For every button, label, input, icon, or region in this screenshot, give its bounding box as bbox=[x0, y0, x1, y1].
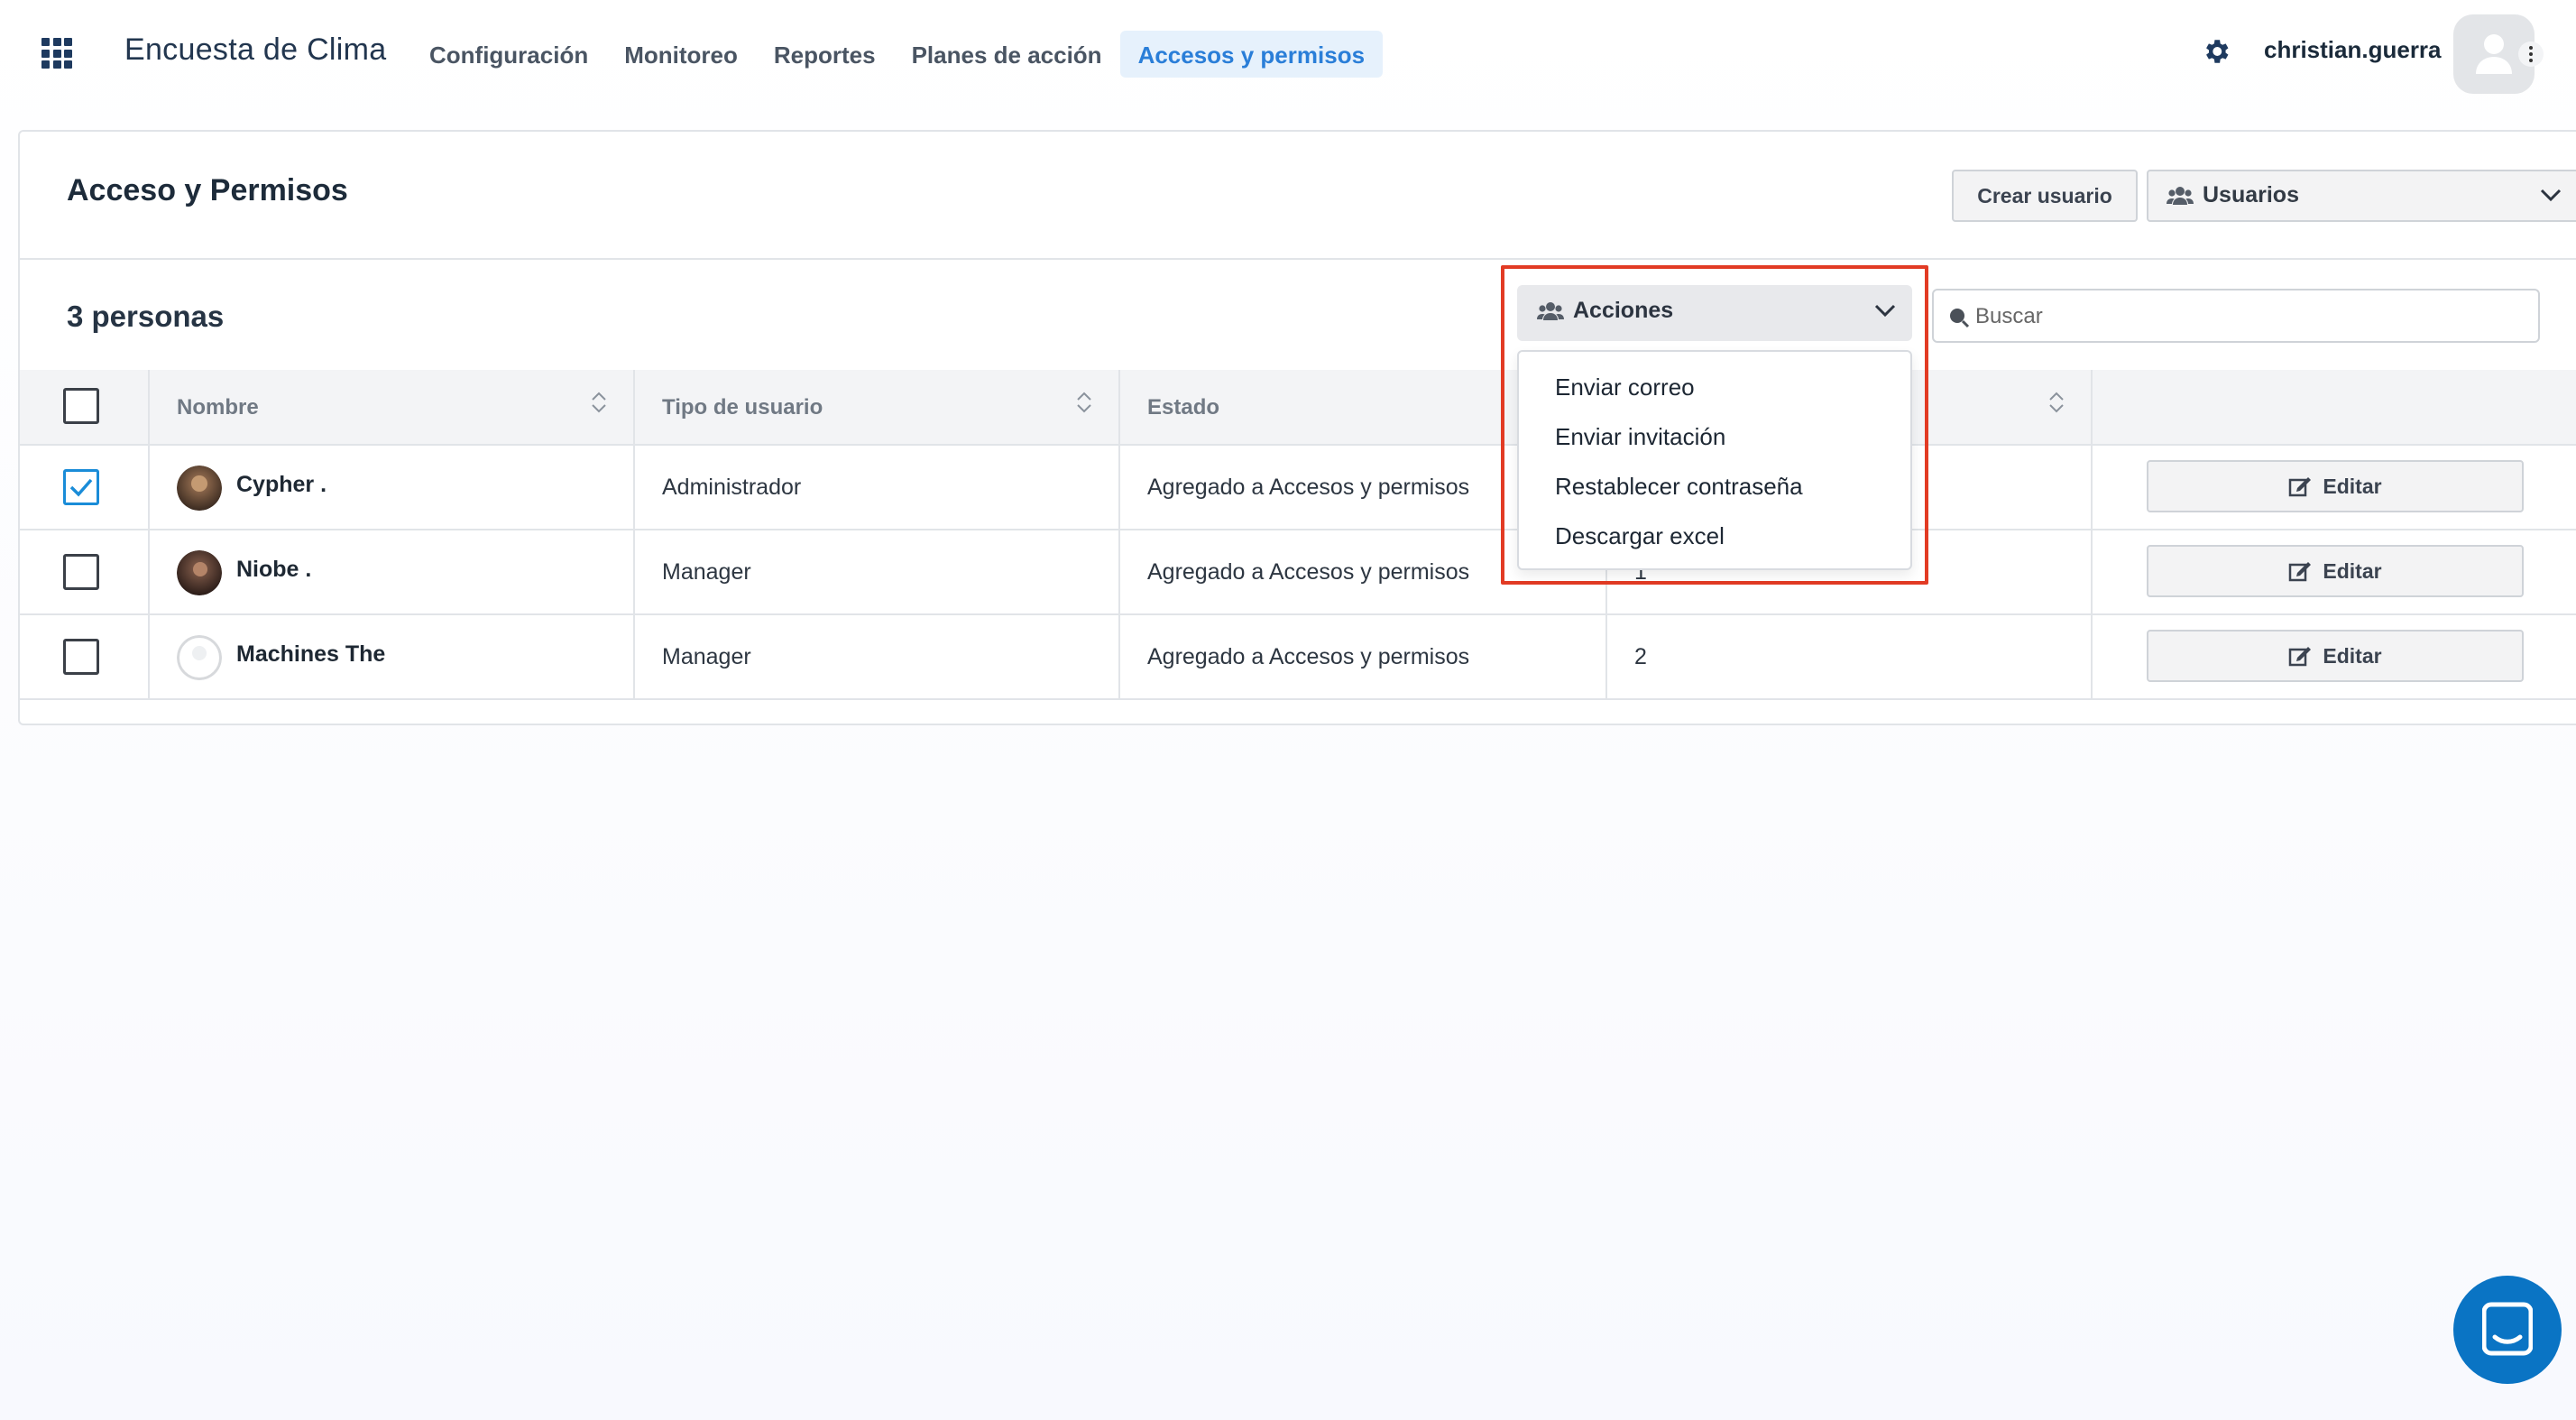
people-count: 3 personas bbox=[67, 300, 225, 333]
chat-button[interactable] bbox=[2453, 1276, 2562, 1384]
sort-icon[interactable] bbox=[2047, 390, 2065, 415]
row-checkbox[interactable] bbox=[63, 639, 99, 675]
search-icon bbox=[1950, 309, 1970, 328]
edit-icon bbox=[2289, 477, 2312, 497]
table-header: Nombre Tipo de usuario Estado bbox=[20, 370, 2576, 446]
chevron-down-icon bbox=[2540, 189, 2562, 202]
menu-item-enviar-correo[interactable]: Enviar correo bbox=[1555, 373, 1695, 401]
username[interactable]: christian.guerra bbox=[2264, 36, 2442, 64]
column-header-actions bbox=[2093, 370, 2576, 446]
users-group-icon bbox=[1537, 302, 1564, 320]
column-label: Tipo de usuario bbox=[662, 395, 823, 420]
table-row: Machines The Manager Agregado a Accesos … bbox=[20, 615, 2576, 700]
avatar bbox=[177, 550, 222, 595]
edit-button[interactable]: Editar bbox=[2147, 460, 2524, 512]
select-all-cell bbox=[20, 370, 150, 446]
actions-label: Acciones bbox=[1573, 298, 1674, 323]
chevron-down-icon bbox=[1874, 304, 1896, 318]
table-row: Niobe . Manager Agregado a Accesos y per… bbox=[20, 530, 2576, 615]
edit-label: Editar bbox=[2323, 644, 2382, 668]
menu-item-descargar-excel[interactable]: Descargar excel bbox=[1555, 522, 1725, 550]
cell-tipo-de-usuario: Administrador bbox=[635, 446, 1120, 529]
gear-icon[interactable] bbox=[2201, 36, 2231, 67]
brand-title[interactable]: Encuesta de Clima bbox=[124, 32, 386, 68]
users-select[interactable]: Usuarios bbox=[2147, 170, 2576, 222]
edit-icon bbox=[2289, 647, 2312, 667]
cell-col4: 2 bbox=[1607, 615, 2093, 698]
edit-icon bbox=[2289, 562, 2312, 582]
kebab-icon[interactable] bbox=[2518, 41, 2544, 67]
nav-item-accesos-y-permisos[interactable]: Accesos y permisos bbox=[1119, 31, 1384, 78]
top-bar: Encuesta de Clima Configuración Monitore… bbox=[0, 0, 2576, 112]
table-row: Cypher . Administrador Agregado a Acceso… bbox=[20, 446, 2576, 530]
row-checkbox[interactable] bbox=[63, 554, 99, 590]
person-name: Machines The bbox=[236, 641, 386, 667]
search-field[interactable] bbox=[1932, 289, 2540, 343]
select-all-checkbox[interactable] bbox=[63, 388, 99, 424]
user-avatar-icon bbox=[2476, 34, 2512, 74]
nav-item-reportes[interactable]: Reportes bbox=[756, 31, 894, 78]
users-group-icon bbox=[2167, 187, 2194, 205]
access-permissions-card: Acceso y Permisos Crear usuario Usuarios… bbox=[18, 130, 2576, 725]
create-user-button[interactable]: Crear usuario bbox=[1952, 170, 2138, 222]
column-label: Estado bbox=[1147, 395, 1220, 420]
edit-label: Editar bbox=[2323, 475, 2382, 498]
apps-grid-icon[interactable] bbox=[41, 38, 72, 69]
card-header: Acceso y Permisos Crear usuario Usuarios bbox=[20, 132, 2576, 260]
menu-item-enviar-invitacion[interactable]: Enviar invitación bbox=[1555, 423, 1725, 451]
person-name: Niobe . bbox=[236, 557, 312, 582]
menu-item-restablecer-contrasena[interactable]: Restablecer contraseña bbox=[1555, 473, 1803, 501]
column-header-nombre[interactable]: Nombre bbox=[150, 370, 635, 446]
cell-tipo-de-usuario: Manager bbox=[635, 615, 1120, 698]
cell-nombre[interactable]: Cypher . bbox=[150, 446, 635, 529]
column-header-tipo-de-usuario[interactable]: Tipo de usuario bbox=[635, 370, 1120, 446]
page-title: Acceso y Permisos bbox=[67, 173, 348, 207]
actions-dropdown-button[interactable]: Acciones bbox=[1517, 285, 1912, 341]
users-select-label: Usuarios bbox=[2203, 182, 2299, 207]
cell-estado: Agregado a Accesos y permisos bbox=[1120, 615, 1607, 698]
row-select-cell bbox=[20, 530, 150, 613]
cell-nombre[interactable]: Niobe . bbox=[150, 530, 635, 613]
actions-menu: Enviar correo Enviar invitación Restable… bbox=[1517, 350, 1912, 570]
search-input[interactable] bbox=[1975, 300, 2516, 334]
checkmark-icon bbox=[69, 478, 93, 497]
chat-icon bbox=[2482, 1302, 2533, 1356]
avatar bbox=[177, 635, 222, 680]
edit-button[interactable]: Editar bbox=[2147, 630, 2524, 682]
row-select-cell bbox=[20, 446, 150, 529]
cell-tipo-de-usuario: Manager bbox=[635, 530, 1120, 613]
nav-item-configuracion[interactable]: Configuración bbox=[411, 31, 606, 78]
avatar bbox=[177, 466, 222, 511]
sort-icon[interactable] bbox=[590, 390, 608, 415]
row-checkbox[interactable] bbox=[63, 469, 99, 505]
person-name: Cypher . bbox=[236, 472, 327, 497]
column-label: Nombre bbox=[177, 395, 259, 420]
edit-button[interactable]: Editar bbox=[2147, 545, 2524, 597]
nav-item-planes-de-accion[interactable]: Planes de acción bbox=[894, 31, 1120, 78]
main-nav: Configuración Monitoreo Reportes Planes … bbox=[411, 31, 1384, 78]
cell-nombre[interactable]: Machines The bbox=[150, 615, 635, 698]
nav-item-monitoreo[interactable]: Monitoreo bbox=[606, 31, 756, 78]
edit-label: Editar bbox=[2323, 559, 2382, 583]
row-select-cell bbox=[20, 615, 150, 698]
sort-icon[interactable] bbox=[1075, 390, 1093, 415]
